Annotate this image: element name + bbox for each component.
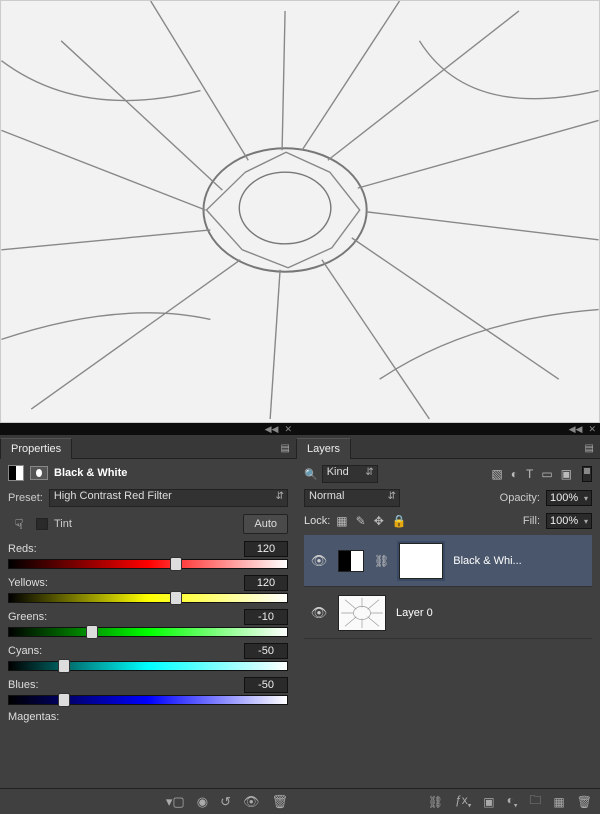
preset-label: Preset: [8,492,43,504]
lock-position-icon[interactable]: ✥ [374,514,384,528]
greens-value[interactable]: -10 [244,609,288,625]
clip-to-layer-icon[interactable]: ▾▢ [166,794,185,810]
fx-icon[interactable]: ƒx▾ [455,793,471,809]
tab-properties[interactable]: Properties [0,438,72,459]
layer-mask-thumb[interactable] [399,543,443,579]
visibility-toggle[interactable]: 👁 [310,605,328,621]
layer-thumb[interactable] [338,595,386,631]
close-icon[interactable]: ✕ [284,424,292,435]
yellows-value[interactable]: 120 [244,575,288,591]
link-layers-icon[interactable]: ⛓ [428,795,443,809]
layer-row[interactable]: 👁 ⛓ Black & Whi... [304,535,592,587]
tint-label: Tint [54,518,72,530]
greens-slider[interactable] [8,627,288,637]
blues-value[interactable]: -50 [244,677,288,693]
yellows-label: Yellows: [8,577,48,589]
blend-mode-select[interactable]: Normal [304,489,400,507]
adjustment-title: Black & White [54,467,127,479]
add-mask-icon[interactable]: ▣ [483,795,494,809]
panel-tabs: Properties ▤ [0,435,296,459]
layer-name[interactable]: Layer 0 [396,607,586,619]
properties-footer: ▾▢ ◉ ↺ 👁 🗑 [0,788,296,814]
view-previous-icon[interactable]: ◉ [197,794,208,810]
adjustment-thumb[interactable] [338,550,364,572]
trash-icon[interactable]: 🗑 [271,794,288,810]
targeted-adjust-icon[interactable]: ☟ [8,513,30,535]
cyans-slider[interactable] [8,661,288,671]
filter-shape-icon[interactable]: ▭ [541,467,552,481]
new-layer-icon[interactable]: ▦ [553,795,564,809]
filter-kind-select[interactable]: Kind [322,465,378,483]
opacity-label: Opacity: [500,492,540,504]
filter-pixel-icon[interactable]: ▧ [491,467,502,481]
canvas-preview [0,0,600,423]
filter-toggle[interactable] [582,466,592,482]
trash-icon[interactable]: 🗑 [577,795,592,809]
blues-slider[interactable] [8,695,288,705]
layers-footer: ⛓ ƒx▾ ▣ ◐▾ 🗀 ▦ 🗑 [296,788,600,814]
fill-label: Fill: [523,515,540,527]
tint-checkbox[interactable] [36,518,48,530]
reset-icon[interactable]: ↺ [220,794,231,810]
cyans-value[interactable]: -50 [244,643,288,659]
collapse-icon[interactable]: ◀◀ [569,424,583,435]
lock-all-icon[interactable]: 🔒 [392,514,407,528]
search-icon: 🔍 [304,468,318,481]
bw-adjustment-icon [8,465,24,481]
link-mask-icon[interactable]: ⛓ [374,554,389,568]
lock-pixels-icon[interactable]: ✎ [356,514,366,528]
opacity-input[interactable]: 100% [546,490,592,506]
reds-label: Reds: [8,543,37,555]
greens-label: Greens: [8,611,47,623]
layers-body: 🔍 Kind ▧ ◐ T ▭ ▣ Normal Opacity: 100% Lo… [296,459,600,788]
layer-row[interactable]: 👁 Layer 0 [304,587,592,639]
filter-smart-icon[interactable]: ▣ [561,467,572,481]
mask-icon[interactable] [30,466,48,480]
layers-panel: ◀◀ ✕ Layers ▤ 🔍 Kind ▧ ◐ T ▭ ▣ [296,423,600,814]
properties-panel: ◀◀ ✕ Properties ▤ Black & White Preset: … [0,423,296,814]
reds-slider[interactable] [8,559,288,569]
panel-tabs: Layers ▤ [296,435,600,459]
magentas-label: Magentas: [8,711,59,723]
auto-button[interactable]: Auto [243,514,288,534]
collapse-icon[interactable]: ◀◀ [265,424,279,435]
panel-topbar: ◀◀ ✕ [296,423,600,435]
filter-adjust-icon[interactable]: ◐ [511,467,518,481]
add-adjustment-icon[interactable]: ◐▾ [507,793,518,809]
new-group-icon[interactable]: 🗀 [529,791,541,812]
yellows-slider[interactable] [8,593,288,603]
panel-topbar: ◀◀ ✕ [0,423,296,435]
close-icon[interactable]: ✕ [588,424,596,435]
reds-value[interactable]: 120 [244,541,288,557]
lock-transparent-icon[interactable]: ▦ [336,514,347,528]
blues-label: Blues: [8,679,39,691]
visibility-toggle[interactable]: 👁 [310,553,328,569]
properties-body: Black & White Preset: High Contrast Red … [0,459,296,788]
panel-menu-icon[interactable]: ▤ [275,439,296,458]
filter-type-icon[interactable]: T [526,467,533,481]
tab-layers[interactable]: Layers [296,438,351,459]
fill-input[interactable]: 100% [546,513,592,529]
layer-name[interactable]: Black & Whi... [453,555,586,567]
cyans-label: Cyans: [8,645,42,657]
lock-label: Lock: [304,515,330,527]
visibility-icon[interactable]: 👁 [243,794,260,810]
panel-menu-icon[interactable]: ▤ [579,439,600,458]
preset-select[interactable]: High Contrast Red Filter [49,489,288,507]
